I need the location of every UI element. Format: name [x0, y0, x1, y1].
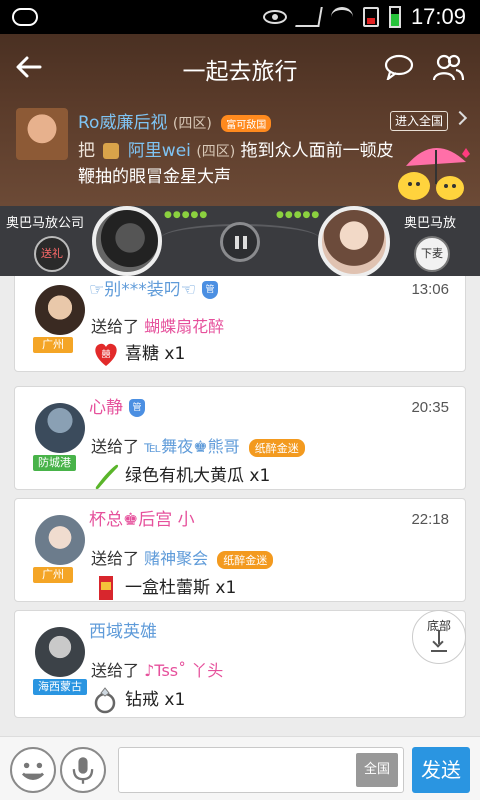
sender-name[interactable]: 杯总♚后宫 小 [89, 505, 195, 530]
battery-icon [388, 6, 401, 28]
broadcast-target-user[interactable]: 阿里wei [128, 141, 191, 161]
umbrella-sticker-icon [398, 147, 470, 200]
receiver-name[interactable]: 蝴蝶扇花醉 [144, 317, 224, 336]
region-badge: 防城港 [33, 455, 76, 471]
gift-name: 钻戒 x1 [125, 690, 186, 710]
svg-text:囍: 囍 [101, 348, 110, 360]
timestamp: 22:18 [411, 511, 449, 528]
receiver-level-tag: 纸醉金迷 [248, 438, 305, 457]
sender-name[interactable]: 西域英雄 [89, 617, 157, 642]
room-header: 一起去旅行 [0, 34, 480, 104]
gave-label: 送给了 [91, 317, 140, 336]
feed-card: 广州 ☞别***装叼☜ 管 13:06 送给了 蝴蝶扇花醉 囍 喜糖 x1 [14, 276, 466, 372]
timestamp: 13:06 [411, 281, 449, 298]
broadcast-target-area: (四区) [196, 144, 236, 160]
volume-dots-right: ●●●●● [276, 210, 321, 220]
broadcast-user[interactable]: Ro威廉后视 [78, 113, 167, 133]
cucumber-icon [95, 464, 119, 490]
volume-dots-left: ●●●●● [164, 210, 209, 220]
left-mic-name: 奥巴马放公司 [6, 216, 85, 231]
receiver-name[interactable]: ℡舞夜♚熊哥 [144, 437, 240, 456]
avatar[interactable] [35, 515, 85, 565]
gave-label: 送给了 [91, 549, 140, 568]
receiver-name[interactable]: ♪Tss˚ 丫头 [144, 661, 223, 680]
gift-receiver-line: 送给了 蝴蝶扇花醉 [91, 313, 224, 337]
gift-feed[interactable]: 广州 ☞别***装叼☜ 管 13:06 送给了 蝴蝶扇花醉 囍 喜糖 x1 防城港… [0, 276, 480, 736]
notification-icon [12, 8, 38, 26]
signal-icon [295, 7, 323, 27]
region-badge: 广州 [33, 337, 73, 353]
message-input-bar: 全国 发送 [0, 736, 480, 800]
gift-item: 绿色有机大黄瓜 x1 [91, 461, 270, 490]
candy-icon: 囍 [95, 343, 117, 366]
enter-national-button[interactable]: 进入全国 [390, 111, 448, 131]
avatar[interactable] [35, 627, 85, 677]
sender-name[interactable]: ☞别***装叼☜ 管 [89, 276, 218, 300]
broadcast-banner[interactable]: Ro威廉后视 (四区) 富可敌国 进入全国 把 阿里wei (四区) 拖到众人面… [0, 104, 480, 206]
gift-name: 喜糖 x1 [125, 344, 186, 364]
gift-receiver-line: 送给了 赌神聚会 纸醉金迷 [91, 545, 274, 569]
right-mic-avatar[interactable] [318, 206, 390, 278]
region-badge: 广州 [33, 567, 73, 583]
gift-item: 囍 喜糖 x1 [91, 339, 185, 368]
leave-mic-button[interactable]: 下麦 [414, 236, 450, 272]
timestamp: 20:35 [411, 399, 449, 416]
receiver-level-tag: 纸醉金迷 [217, 550, 274, 569]
send-button[interactable]: 发送 [412, 747, 470, 793]
gift-item: 一盒杜蕾斯 x1 [91, 573, 236, 602]
gift-name: 绿色有机大黄瓜 x1 [125, 466, 271, 486]
clock: 17:09 [410, 4, 466, 29]
chevron-right-icon[interactable] [452, 110, 468, 126]
broadcast-text-line: 把 阿里wei (四区) 拖到众人面前一顿皮 [78, 136, 394, 161]
receiver-name[interactable]: 赌神聚会 [144, 549, 208, 568]
gift-name: 一盒杜蕾斯 x1 [125, 578, 237, 598]
left-mic-avatar[interactable] [92, 206, 162, 276]
broadcast-user-area: (四区) [172, 116, 212, 132]
feed-card: 海西蒙古 西域英雄 1 送给了 ♪Tss˚ 丫头 钻戒 x1 [14, 610, 466, 718]
feed-card: 广州 杯总♚后宫 小 22:18 送给了 赌神聚会 纸醉金迷 一盒杜蕾斯 x1 [14, 498, 466, 602]
broadcast-action: 拖到众人面前一顿皮 [240, 141, 394, 161]
microphone-icon[interactable] [60, 747, 106, 793]
broadcast-headline: Ro威廉后视 (四区) 富可敌国 [78, 108, 272, 133]
gift-receiver-line: 送给了 ℡舞夜♚熊哥 纸醉金迷 [91, 433, 305, 457]
ring-icon [94, 687, 116, 714]
gift-item: 钻戒 x1 [91, 685, 185, 714]
users-icon[interactable] [432, 52, 464, 82]
eye-icon [262, 10, 287, 24]
avatar[interactable] [16, 108, 68, 160]
avatar[interactable] [35, 403, 85, 453]
chat-icon[interactable] [384, 54, 414, 80]
avatar[interactable] [35, 285, 85, 335]
arrow-down-icon [431, 630, 447, 652]
right-mic-name: 奥巴马放 [404, 216, 457, 231]
sender-name[interactable]: 心静管 [89, 393, 145, 418]
gave-label: 送给了 [91, 661, 140, 680]
user-mini-icon [103, 143, 120, 159]
send-gift-button[interactable]: 送礼 [34, 236, 70, 272]
feed-card: 防城港 心静管 20:35 送给了 ℡舞夜♚熊哥 纸醉金迷 绿色有机大黄瓜 x1 [14, 386, 466, 490]
broadcast-prefix: 把 [78, 141, 95, 161]
box-icon [99, 576, 113, 600]
status-bar: 17:09 [0, 0, 480, 34]
sender-text: ☞别***装叼☜ [89, 280, 196, 300]
gift-receiver-line: 送给了 ♪Tss˚ 丫头 [91, 657, 223, 681]
scope-toggle-button[interactable]: 全国 [356, 753, 398, 787]
sender-text: 心静 [89, 398, 123, 418]
wifi-icon [330, 7, 353, 27]
gave-label: 送给了 [91, 437, 140, 456]
admin-badge: 管 [129, 399, 145, 417]
admin-badge: 管 [201, 281, 218, 299]
scroll-to-bottom-button[interactable]: 底部 [412, 610, 466, 664]
wealth-badge: 富可敌国 [221, 114, 272, 132]
emoji-icon[interactable] [10, 747, 56, 793]
region-badge: 海西蒙古 [33, 679, 87, 695]
sim-icon [362, 7, 379, 27]
broadcast-text-line-2: 鞭抽的眼冒金星大声 [78, 167, 231, 187]
pause-icon[interactable] [220, 222, 260, 262]
